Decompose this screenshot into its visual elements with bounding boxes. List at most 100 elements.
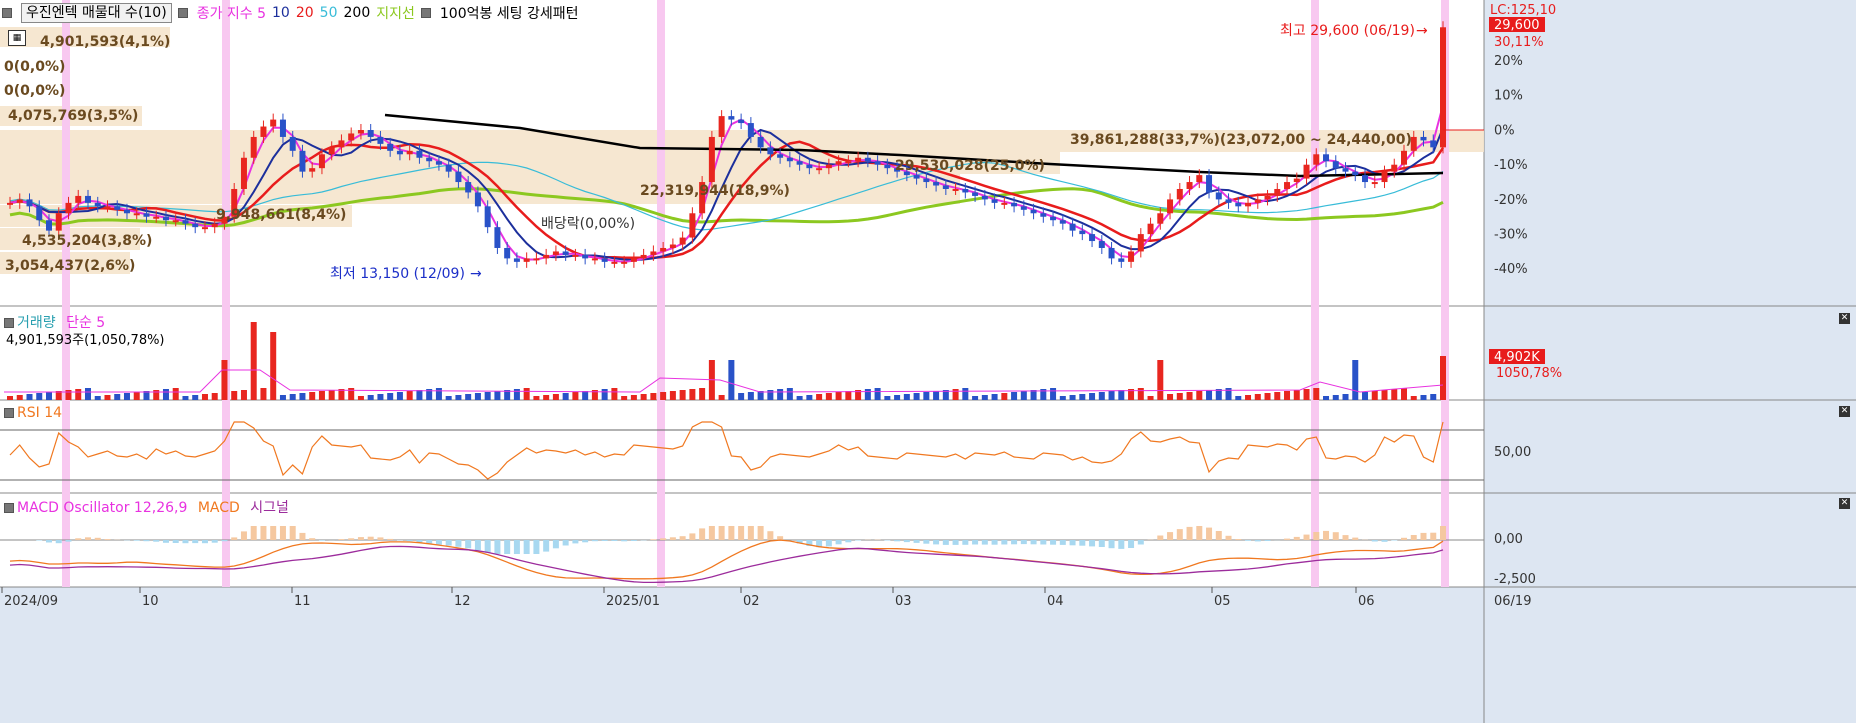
volume-bar xyxy=(903,394,910,400)
calculator-icon[interactable]: ▦ xyxy=(8,30,26,46)
volume-bar xyxy=(221,360,228,400)
macd-oscillator-bar xyxy=(240,531,247,540)
candle xyxy=(162,216,169,221)
volume-bar xyxy=(75,389,82,400)
macd-oscillator-bar xyxy=(991,540,998,545)
macd-title[interactable]: MACD Oscillator 12,26,9 xyxy=(17,500,187,516)
macd-oscillator-bar xyxy=(767,531,774,540)
volume-profile-label: 4,901,593(4,1%) xyxy=(40,34,170,50)
macd-oscillator-bar xyxy=(367,536,374,540)
volume-bar xyxy=(348,388,355,400)
candle xyxy=(718,116,725,137)
candle xyxy=(513,258,520,262)
volume-bar xyxy=(406,391,413,400)
candle xyxy=(45,220,52,231)
volume-bar xyxy=(1089,393,1096,400)
volume-bar xyxy=(572,392,579,400)
volume-bar xyxy=(435,388,442,400)
macd-oscillator-bar xyxy=(728,526,735,540)
close-icon[interactable]: ✕ xyxy=(1839,498,1850,509)
macd-oscillator-bar xyxy=(1069,540,1076,546)
volume-bar xyxy=(806,395,813,400)
rsi-title[interactable]: RSI 14 xyxy=(17,405,62,421)
volume-bar xyxy=(1440,356,1446,400)
candle xyxy=(552,251,559,255)
macd-oscillator-bar xyxy=(1303,534,1310,540)
macd-oscillator-bar xyxy=(1186,526,1193,540)
candle xyxy=(1196,175,1203,183)
volume-bar xyxy=(650,393,657,400)
volume-bar xyxy=(299,393,306,400)
close-icon[interactable]: ✕ xyxy=(1839,406,1850,417)
low-arrow-icon: → xyxy=(470,266,482,282)
volume-bar xyxy=(45,392,52,400)
macd-oscillator-bar xyxy=(406,540,413,542)
candle xyxy=(1157,213,1164,224)
candle xyxy=(270,119,277,127)
volume-bar xyxy=(1059,396,1066,400)
volume-bar xyxy=(630,395,637,400)
stock-chart[interactable]: 최고 29,600 (06/19) →최저 13,150 (12/09) →배당락(… xyxy=(0,0,1856,723)
volume-profile-label: 0(0,0%) xyxy=(4,59,65,75)
macd-oscillator-bar xyxy=(1245,540,1252,541)
macd-oscillator-bar xyxy=(825,540,832,547)
macd-oscillator-bar xyxy=(309,538,316,540)
candle xyxy=(1147,223,1154,235)
x-axis-end-label: 06/19 xyxy=(1494,594,1531,609)
volume-bar xyxy=(689,389,696,400)
macd-oscillator-bar xyxy=(777,536,784,540)
volume-bar xyxy=(601,389,608,400)
candle xyxy=(786,157,793,162)
macd-oscillator-bar xyxy=(1215,531,1222,540)
ma-200-label[interactable]: 200 xyxy=(344,5,371,21)
support-line-label[interactable]: 지지선 xyxy=(376,3,415,23)
macd-oscillator-bar xyxy=(1420,532,1427,540)
legend-marker-icon xyxy=(177,8,188,18)
candle xyxy=(767,147,774,155)
volume-bar xyxy=(445,396,452,400)
price-y-tick: -20% xyxy=(1494,193,1528,208)
candle xyxy=(1342,168,1349,172)
candle xyxy=(640,254,647,259)
volume-bar xyxy=(260,388,267,400)
volume-bar xyxy=(36,393,43,400)
candle xyxy=(1303,164,1310,179)
macd-oscillator-bar xyxy=(621,540,628,542)
macd-oscillator-bar xyxy=(855,540,862,541)
macd-oscillator-bar xyxy=(1391,540,1398,541)
volume-bar xyxy=(894,395,901,400)
volume-bar xyxy=(289,394,296,400)
signal-label[interactable]: 시그널 xyxy=(250,500,289,516)
pattern-label[interactable]: 100억봉 세팅 강세패턴 xyxy=(440,3,579,23)
volume-bar xyxy=(377,394,384,400)
close-icon[interactable]: ✕ xyxy=(1839,313,1850,324)
candle xyxy=(299,150,306,172)
volume-bar xyxy=(465,394,472,400)
volume-bar xyxy=(172,388,179,400)
stock-selector-button[interactable]: 우진엔텍 매물대 수(10) xyxy=(21,3,172,23)
candle xyxy=(923,178,930,183)
ma-10-label[interactable]: 10 xyxy=(272,5,290,21)
candle xyxy=(543,254,550,259)
candle xyxy=(357,130,364,134)
volume-bar xyxy=(1050,388,1057,400)
volume-profile-label: 9,948,661(8,4%) xyxy=(216,207,346,223)
candle xyxy=(1420,136,1427,141)
macd-oscillator-bar xyxy=(1040,540,1047,545)
volume-bar xyxy=(660,392,667,400)
candle xyxy=(201,227,208,230)
ma-50-label[interactable]: 50 xyxy=(320,5,338,21)
macd-oscillator-bar xyxy=(231,537,238,540)
volume-bar xyxy=(533,396,540,400)
volume-bar xyxy=(1196,391,1203,400)
candle xyxy=(7,202,13,205)
macd-oscillator-bar xyxy=(591,540,598,542)
ma-title[interactable]: 종가 지수 5 xyxy=(197,3,266,23)
macd-oscillator-bar xyxy=(1313,532,1320,540)
price-y-tick: 0% xyxy=(1494,123,1515,138)
macd-label[interactable]: MACD xyxy=(198,500,240,516)
candle xyxy=(1332,161,1339,169)
volume-bar xyxy=(1323,396,1330,400)
macd-oscillator-bar xyxy=(133,540,140,541)
ma-20-label[interactable]: 20 xyxy=(296,5,314,21)
